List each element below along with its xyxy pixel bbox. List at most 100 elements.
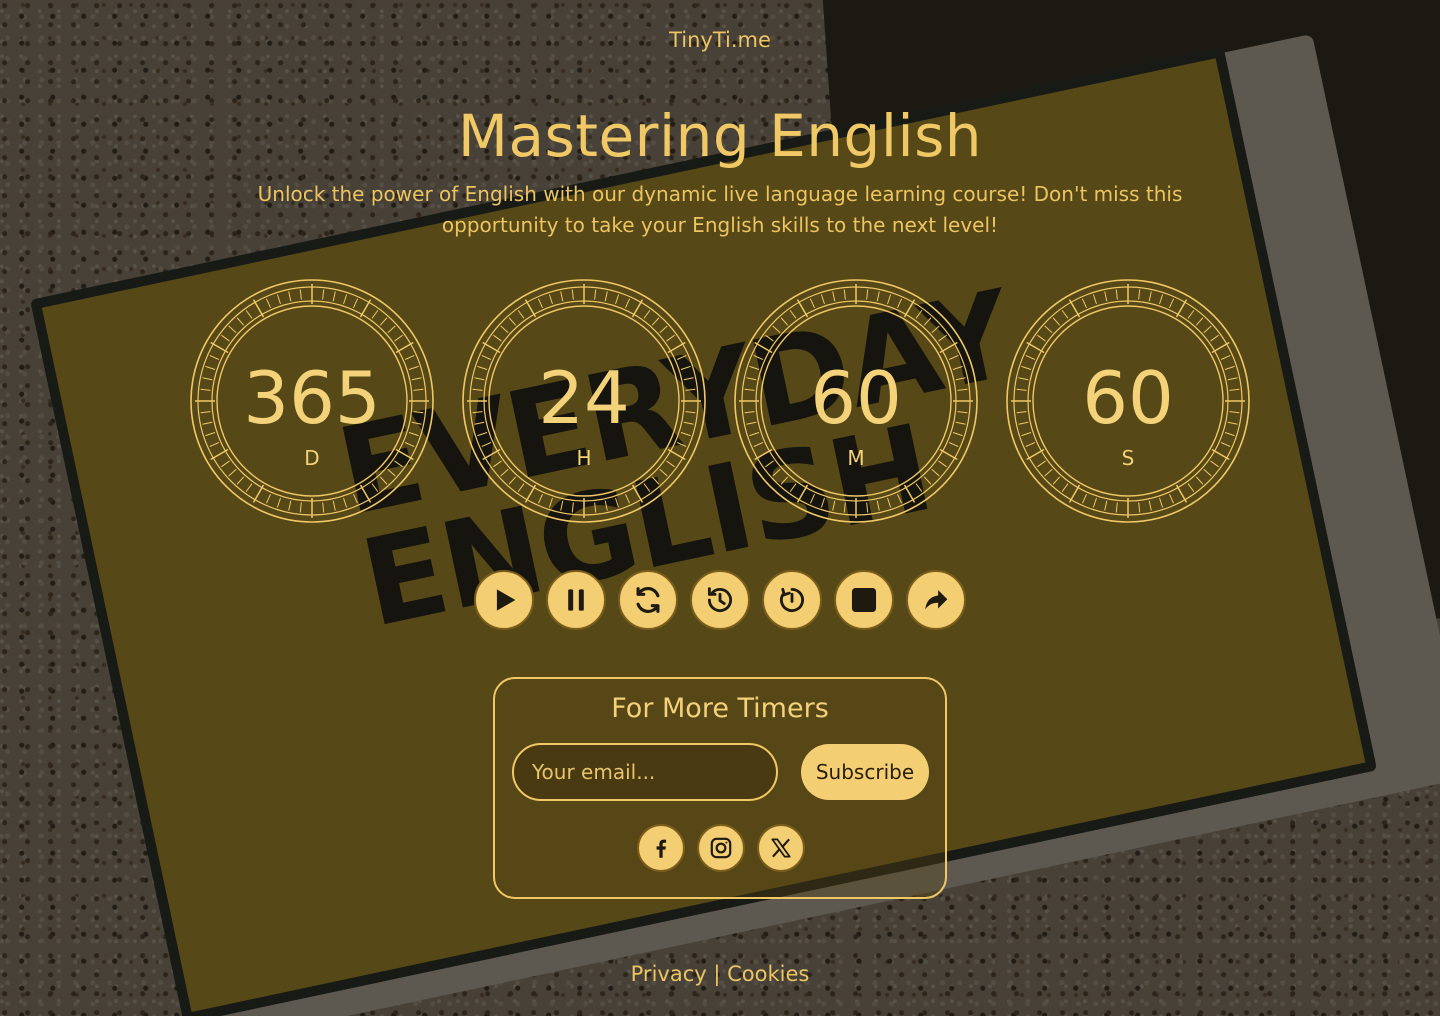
- privacy-link[interactable]: Privacy: [631, 962, 707, 986]
- dial-tick: [571, 502, 574, 513]
- dial-tick: [332, 291, 336, 302]
- dial-tick: [931, 468, 940, 477]
- dial-tick: [508, 476, 517, 485]
- dial-tick: [1203, 325, 1212, 334]
- dial-tick: [500, 325, 509, 334]
- timer-minutes-value: 60: [810, 356, 902, 440]
- dial-tick: [631, 299, 644, 318]
- dial-tick: [245, 483, 253, 492]
- footer: Privacy | Cookies: [0, 962, 1440, 986]
- dial-tick: [500, 468, 509, 477]
- dial-tick: [288, 291, 292, 302]
- dial-tick: [1104, 500, 1108, 511]
- dial-tick: [379, 317, 388, 326]
- instagram-button[interactable]: [697, 824, 745, 872]
- facebook-icon: [656, 839, 667, 858]
- dial-tick: [1092, 497, 1097, 508]
- play-icon: [496, 589, 516, 611]
- dial-tick: [923, 476, 932, 485]
- dial-tick: [1044, 325, 1053, 334]
- dial-tick: [394, 334, 403, 342]
- timer-days-unit: D: [304, 446, 320, 470]
- page-subtitle: Unlock the power of English with our dyn…: [257, 182, 1183, 237]
- dial-tick: [228, 468, 237, 477]
- pause-button[interactable]: [546, 570, 606, 630]
- dial-tick: [379, 476, 388, 485]
- footer-separator: |: [713, 962, 721, 986]
- dial-tick: [820, 294, 825, 305]
- x-icon: [771, 838, 791, 858]
- dial-tick: [371, 483, 379, 492]
- dial-tick: [322, 289, 325, 300]
- email-input[interactable]: [512, 743, 778, 801]
- dial-tick: [1148, 291, 1152, 302]
- dial-tick: [508, 317, 517, 326]
- timer-seconds-value: 60: [1082, 356, 1174, 440]
- dial-tick: [265, 493, 271, 504]
- timer-hours-unit: H: [576, 446, 592, 470]
- timer-minutes: 60 M: [733, 278, 979, 524]
- dial-tick: [1211, 341, 1230, 354]
- share-button[interactable]: [906, 570, 966, 630]
- dial-tick: [809, 298, 815, 309]
- dial-tick: [903, 484, 916, 503]
- dial-tick: [765, 334, 774, 342]
- page-title: Mastering English: [457, 102, 983, 170]
- dial-tick: [1187, 310, 1195, 319]
- x-button[interactable]: [757, 824, 805, 872]
- dial-tick: [938, 334, 947, 342]
- dial-tick: [843, 502, 846, 513]
- dial-tick: [387, 468, 396, 477]
- dial-tick: [832, 500, 836, 511]
- dial-tick: [252, 299, 265, 318]
- dial-tick: [667, 341, 686, 354]
- dial-tick: [796, 484, 809, 503]
- dial-tick: [915, 483, 923, 492]
- dial-tick: [843, 289, 846, 300]
- dial-tick: [887, 294, 892, 305]
- history-button[interactable]: [690, 570, 750, 630]
- stop-icon: [851, 587, 877, 613]
- dial-tick: [1104, 291, 1108, 302]
- dial-tick: [659, 325, 668, 334]
- dial-tick: [548, 294, 553, 305]
- timer-reset-button[interactable]: [762, 570, 822, 630]
- dial-tick: [897, 493, 903, 504]
- refresh-icon: [636, 586, 660, 614]
- dial-tick: [1148, 500, 1152, 511]
- dial-tick: [1026, 341, 1045, 354]
- dial-tick: [1195, 317, 1204, 326]
- dial-tick: [659, 468, 668, 477]
- dial-tick: [754, 341, 773, 354]
- play-button[interactable]: [474, 570, 534, 630]
- dial-tick: [915, 310, 923, 319]
- dial-tick: [560, 500, 564, 511]
- dial-tick: [299, 289, 302, 300]
- dial-tick: [343, 497, 348, 508]
- dial-tick: [631, 484, 644, 503]
- dial-tick: [343, 294, 348, 305]
- dial-tick: [931, 325, 940, 334]
- refresh-button[interactable]: [618, 570, 678, 630]
- dial-tick: [332, 500, 336, 511]
- dial-tick: [666, 334, 675, 342]
- dial-tick: [1068, 299, 1081, 318]
- dial-tick: [796, 299, 809, 318]
- timer-days: 365 D: [189, 278, 435, 524]
- dial-tick: [1115, 289, 1118, 300]
- dial-tick: [210, 341, 229, 354]
- dial-tick: [1169, 298, 1175, 309]
- facebook-button[interactable]: [637, 824, 685, 872]
- dial-tick: [524, 484, 537, 503]
- page-content: TinyTi.me Mastering English Unlock the p…: [0, 0, 1440, 1016]
- dial-tick: [604, 291, 608, 302]
- dial-tick: [772, 468, 781, 477]
- timer-days-value: 365: [243, 356, 381, 440]
- dial-tick: [1187, 483, 1195, 492]
- dial-tick: [780, 317, 789, 326]
- cookies-link[interactable]: Cookies: [727, 962, 809, 986]
- subscribe-button[interactable]: Subscribe: [801, 744, 929, 800]
- stop-button[interactable]: [834, 570, 894, 630]
- dial-tick: [923, 317, 932, 326]
- brand-logo[interactable]: TinyTi.me: [0, 28, 1440, 52]
